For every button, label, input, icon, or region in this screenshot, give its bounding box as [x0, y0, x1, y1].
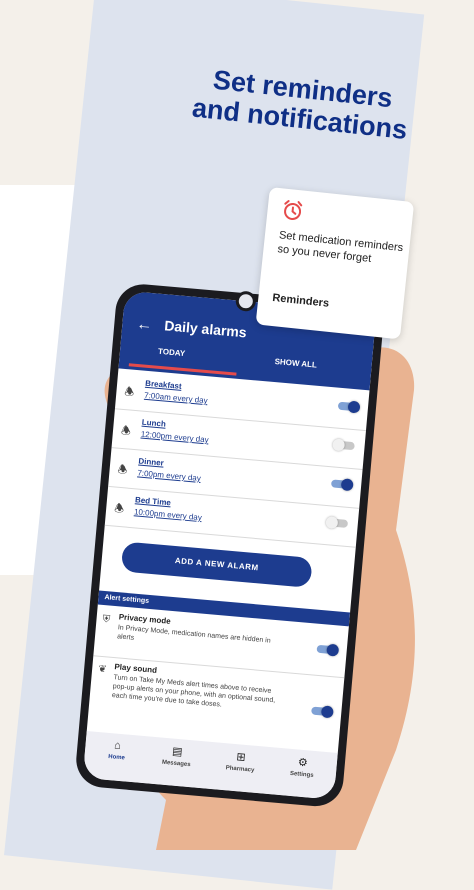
- alarm-toggle[interactable]: [332, 438, 355, 452]
- pharmacy-icon: ⊞: [235, 751, 247, 764]
- toggle-knob: [340, 478, 354, 492]
- tooltip-text: Set medication reminders so you never fo…: [276, 229, 404, 265]
- alarm-name[interactable]: Dinner: [138, 456, 164, 467]
- settings-gear-icon: ⚙: [297, 756, 309, 770]
- nav-label: Home: [107, 753, 126, 762]
- messages-icon: ▤: [171, 745, 183, 759]
- alarm-clock-icon: [284, 200, 303, 220]
- setting-description: In Privacy Mode, medication names are hi…: [116, 624, 271, 645]
- nav-label: Settings: [289, 770, 314, 779]
- nav-pharmacy[interactable]: ⊞ Pharmacy: [212, 748, 270, 775]
- shield-icon: ⛨: [102, 613, 111, 626]
- alarm-name[interactable]: Breakfast: [145, 379, 182, 391]
- alarm-name[interactable]: Lunch: [141, 418, 166, 429]
- toggle-knob: [320, 705, 334, 719]
- toggle-knob: [326, 643, 340, 657]
- alarm-time[interactable]: 7:00pm every day: [137, 468, 201, 483]
- bell-icon: 🕭: [113, 502, 125, 516]
- alarm-time[interactable]: 10:00pm every day: [134, 507, 203, 522]
- play-sound-toggle[interactable]: [311, 705, 334, 719]
- ear-icon: ❦: [97, 663, 108, 676]
- setting-description: Turn on Take My Meds alert times above t…: [111, 674, 276, 709]
- reminders-link[interactable]: Reminders: [272, 292, 330, 310]
- page-title: Daily alarms: [163, 317, 248, 341]
- alarm-time[interactable]: 7:00am every day: [144, 391, 208, 406]
- nav-label: Pharmacy: [225, 765, 255, 774]
- toggle-knob: [347, 400, 361, 414]
- tab-show-all[interactable]: SHOW ALL: [274, 357, 317, 370]
- add-alarm-button[interactable]: ADD A NEW ALARM: [120, 541, 313, 588]
- alarm-list: 🕭 Breakfast 7:00am every day 🕭 Lunch 12:…: [104, 370, 370, 548]
- alarm-toggle[interactable]: [330, 478, 354, 492]
- tab-today[interactable]: TODAY: [158, 347, 186, 358]
- privacy-mode-toggle[interactable]: [316, 643, 340, 657]
- home-icon: ⌂: [113, 739, 122, 752]
- back-arrow-icon[interactable]: ←: [136, 316, 153, 335]
- toggle-knob: [325, 516, 339, 530]
- phone: ← Daily alarms TODAY SHOW ALL 🕭 Breakfas…: [73, 282, 385, 809]
- phone-screen: ← Daily alarms TODAY SHOW ALL 🕭 Breakfas…: [82, 290, 377, 800]
- alarm-name[interactable]: Bed Time: [135, 495, 172, 507]
- nav-messages[interactable]: ▤ Messages: [148, 743, 206, 770]
- bell-icon: 🕭: [120, 424, 132, 438]
- nav-label: Messages: [161, 759, 191, 769]
- reminders-tooltip: Set medication reminders so you never fo…: [255, 187, 415, 340]
- nav-settings[interactable]: ⚙ Settings: [274, 754, 332, 781]
- alarm-toggle[interactable]: [337, 400, 361, 414]
- toggle-knob: [332, 438, 346, 452]
- bell-icon: 🕭: [123, 386, 135, 399]
- phone-body: ← Daily alarms TODAY SHOW ALL 🕭 Breakfas…: [73, 282, 385, 809]
- nav-home[interactable]: ⌂ Home: [88, 737, 146, 763]
- alarm-time[interactable]: 12:00pm every day: [140, 430, 209, 445]
- alarm-toggle[interactable]: [325, 516, 349, 530]
- bell-icon: 🕭: [117, 463, 128, 477]
